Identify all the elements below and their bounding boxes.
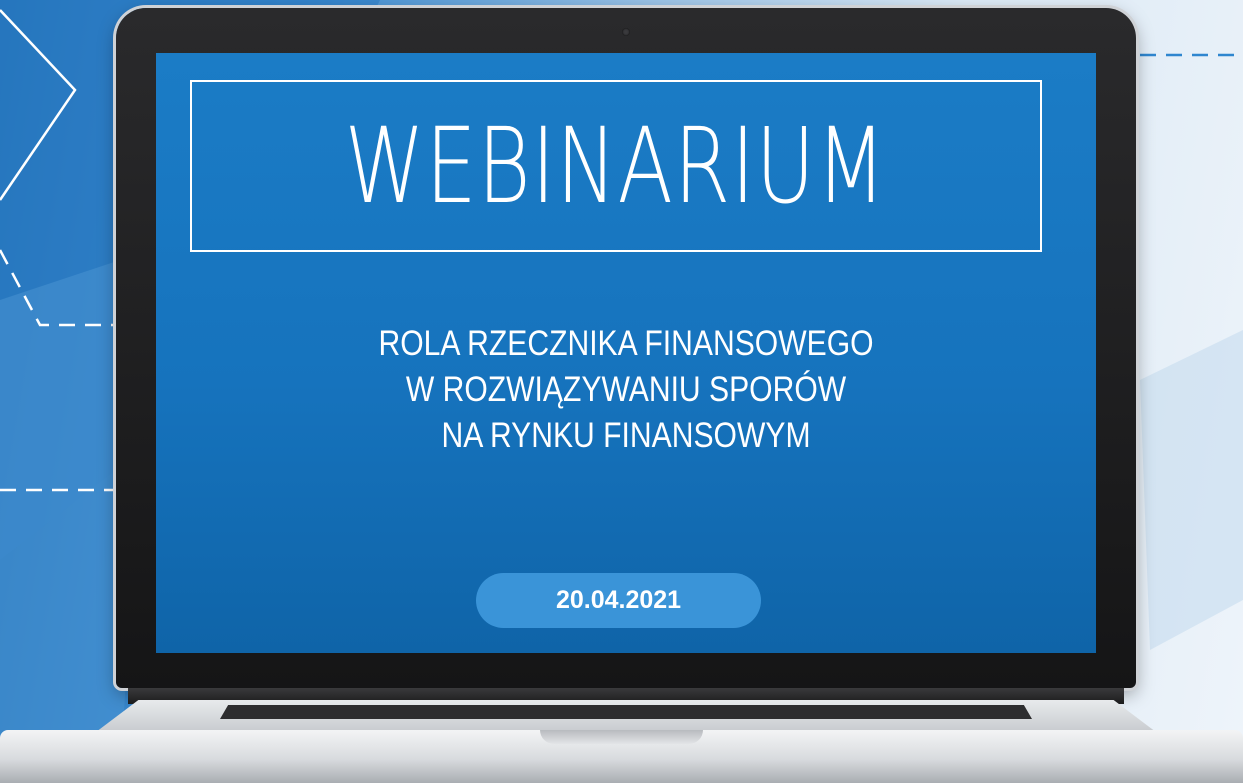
laptop-screen: WEBINARIUM ROLA RZECZNIKA FINANSOWEGO W …	[156, 53, 1096, 653]
date-text: 20.04.2021	[555, 586, 682, 614]
webinar-topic: ROLA RZECZNIKA FINANSOWEGO W ROZWIĄZYWAN…	[156, 321, 1096, 459]
laptop-lid: WEBINARIUM ROLA RZECZNIKA FINANSOWEGO W …	[116, 8, 1136, 688]
lid-notch	[540, 730, 703, 744]
topic-line: ROLA RZECZNIKA FINANSOWEGO	[378, 324, 874, 363]
topic-line: NA RYNKU FINANSOWYM	[441, 416, 811, 455]
page-title: WEBINARIUM	[344, 105, 888, 227]
title-frame: WEBINARIUM	[190, 80, 1042, 252]
topic-line: W ROZWIĄZYWANIU SPORÓW	[405, 370, 847, 409]
keyboard	[220, 705, 1032, 719]
background-shape	[1140, 330, 1243, 650]
camera-icon	[622, 28, 630, 36]
date-badge: 20.04.2021	[476, 573, 761, 628]
